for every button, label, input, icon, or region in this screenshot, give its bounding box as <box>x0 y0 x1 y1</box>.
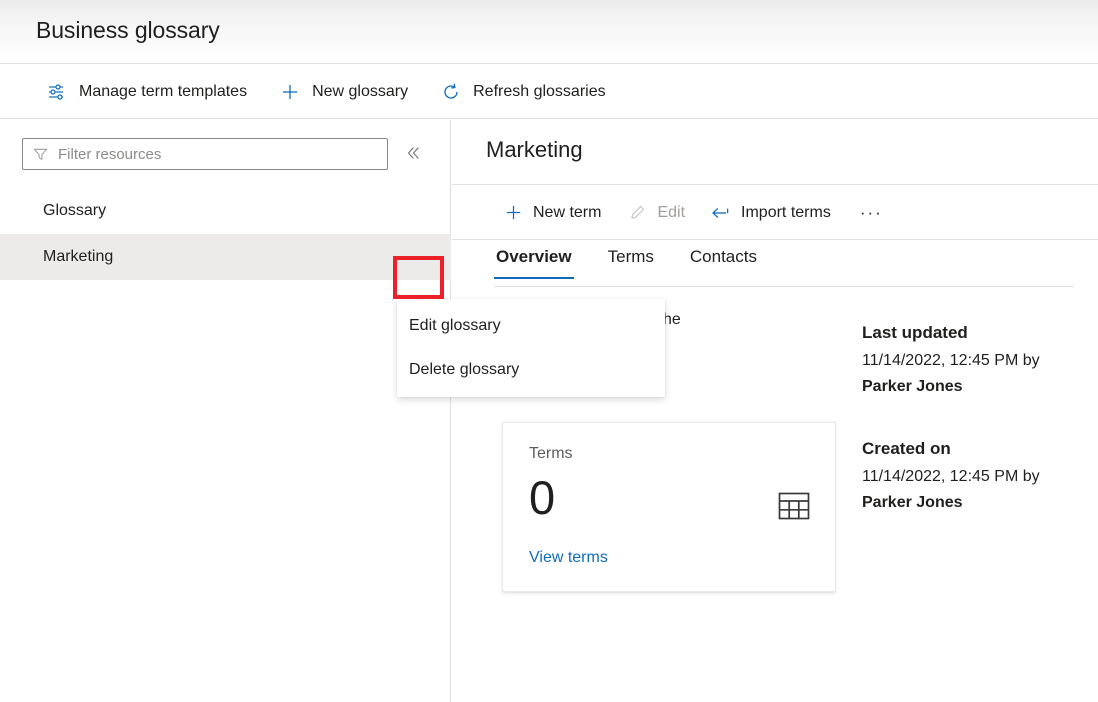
terms-summary-card[interactable]: Terms 0 View terms <box>502 422 836 592</box>
detail-title: Marketing <box>486 137 583 163</box>
filter-resources-box[interactable] <box>22 138 388 170</box>
last-updated-label: Last updated <box>862 323 1098 343</box>
view-terms-link[interactable]: View terms <box>529 549 608 567</box>
page-header: Business glossary <box>0 0 1098 64</box>
detail-header: Marketing <box>452 120 1098 185</box>
chevron-double-left-icon <box>404 144 422 165</box>
tree-item-glossary[interactable]: Glossary <box>0 188 451 234</box>
filter-icon <box>32 146 49 163</box>
edit-button: Edit <box>618 194 694 232</box>
last-updated-field: Last updated 11/14/2022, 12:45 PM by Par… <box>862 323 1098 401</box>
plus-icon <box>279 81 301 103</box>
manage-term-templates-button[interactable]: Manage term templates <box>36 72 257 112</box>
table-grid-icon <box>778 491 810 521</box>
tree-item-overflow-button[interactable]: ··· <box>403 243 437 271</box>
manage-term-templates-label: Manage term templates <box>79 83 247 101</box>
business-glossary-page: Business glossary Manage term templates <box>0 0 1098 702</box>
glossary-tree: Glossary Marketing ··· <box>0 188 451 280</box>
detail-overflow-button[interactable]: ··· <box>848 194 895 232</box>
terms-card-count: 0 <box>529 471 809 525</box>
global-command-bar: Manage term templates New glossary Refre… <box>0 65 1098 119</box>
arrow-left-bar-icon <box>711 203 731 223</box>
edit-label: Edit <box>657 204 685 222</box>
last-updated-value: 11/14/2022, 12:45 PM by Parker Jones <box>862 348 1077 401</box>
new-glossary-label: New glossary <box>312 83 408 101</box>
new-term-button[interactable]: New term <box>494 194 610 232</box>
new-glossary-button[interactable]: New glossary <box>269 72 418 112</box>
created-on-field: Created on 11/14/2022, 12:45 PM by Parke… <box>862 439 1098 517</box>
import-terms-label: Import terms <box>741 204 831 222</box>
terms-card-label: Terms <box>529 445 809 463</box>
overview-right-column: Last updated 11/14/2022, 12:45 PM by Par… <box>852 295 1098 702</box>
detail-command-bar: New term Edit Import t <box>452 186 1098 240</box>
settings-sliders-icon <box>46 81 68 103</box>
created-on-date: 11/14/2022, 12:45 PM by <box>862 468 1040 485</box>
pencil-icon <box>627 203 647 223</box>
last-updated-date: 11/14/2022, 12:45 PM by <box>862 352 1040 369</box>
tabs-divider <box>494 286 1074 287</box>
plus-icon <box>503 203 523 223</box>
refresh-glossaries-label: Refresh glossaries <box>473 83 606 101</box>
tab-overview[interactable]: Overview <box>494 241 574 279</box>
filter-row <box>0 120 451 188</box>
new-term-label: New term <box>533 204 601 222</box>
glossary-detail-pane: Marketing New term Edit <box>452 120 1098 702</box>
glossary-context-menu: Edit glossary Delete glossary <box>397 299 665 397</box>
created-on-value: 11/14/2022, 12:45 PM by Parker Jones <box>862 464 1077 517</box>
page-title: Business glossary <box>36 17 220 44</box>
import-terms-button[interactable]: Import terms <box>702 194 840 232</box>
last-updated-user: Parker Jones <box>862 378 963 395</box>
menu-item-delete-glossary[interactable]: Delete glossary <box>397 348 665 392</box>
filter-resources-input[interactable] <box>58 146 378 163</box>
detail-tabs: Overview Terms Contacts <box>452 241 1098 287</box>
collapse-pane-button[interactable] <box>397 138 429 170</box>
tab-terms[interactable]: Terms <box>606 241 656 279</box>
refresh-icon <box>440 81 462 103</box>
refresh-glossaries-button[interactable]: Refresh glossaries <box>430 72 616 112</box>
tree-item-marketing-label: Marketing <box>43 248 403 266</box>
tree-item-glossary-label: Glossary <box>43 202 451 220</box>
menu-item-edit-glossary[interactable]: Edit glossary <box>397 304 665 348</box>
tree-item-marketing[interactable]: Marketing ··· <box>0 234 451 280</box>
glossary-tree-pane: Glossary Marketing ··· <box>0 120 451 702</box>
tab-contacts[interactable]: Contacts <box>688 241 759 279</box>
created-on-label: Created on <box>862 439 1098 459</box>
created-on-user: Parker Jones <box>862 494 963 511</box>
